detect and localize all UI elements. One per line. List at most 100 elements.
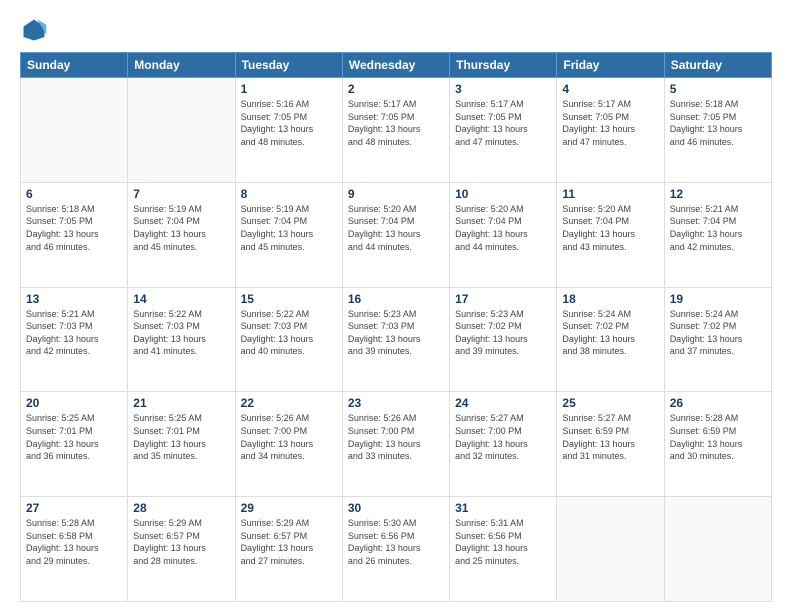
day-info: Sunrise: 5:23 AMSunset: 7:02 PMDaylight:…: [455, 308, 551, 358]
calendar-page: SundayMondayTuesdayWednesdayThursdayFrid…: [0, 0, 792, 612]
logo-icon: [20, 16, 48, 44]
calendar-cell: 27Sunrise: 5:28 AMSunset: 6:58 PMDayligh…: [21, 497, 128, 602]
calendar-cell: 2 Sunrise: 5:17 AMSunset: 7:05 PMDaylight…: [342, 78, 449, 183]
day-info: Sunrise: 5:31 AMSunset: 6:56 PMDaylight:…: [455, 517, 551, 567]
day-number: 15: [241, 292, 337, 306]
calendar-week-row: 20 Sunrise: 5:25 AMSunset: 7:01 PMDayligh…: [21, 392, 772, 497]
day-info: Sunrise: 5:24 AMSunset: 7:02 PMDaylight:…: [670, 308, 766, 358]
day-number: 18: [562, 292, 658, 306]
day-info: Sunrise: 5:23 AMSunset: 7:03 PMDaylight:…: [348, 308, 444, 358]
calendar-cell: 20 Sunrise: 5:25 AMSunset: 7:01 PMDayligh…: [21, 392, 128, 497]
day-number: 24: [455, 396, 551, 410]
day-number: 8: [241, 187, 337, 201]
day-info: Sunrise: 5:19 AMSunset: 7:04 PMDaylight:…: [133, 203, 229, 253]
calendar-cell: 14 Sunrise: 5:22 AMSunset: 7:03 PMDayligh…: [128, 287, 235, 392]
calendar-cell: [557, 497, 664, 602]
calendar-cell: 22 Sunrise: 5:26 AMSunset: 7:00 PMDayligh…: [235, 392, 342, 497]
weekday-header: Friday: [557, 53, 664, 78]
day-info: Sunrise: 5:26 AMSunset: 7:00 PMDaylight:…: [348, 412, 444, 462]
calendar-cell: [664, 497, 771, 602]
day-info: Sunrise: 5:17 AMSunset: 7:05 PMDaylight:…: [348, 98, 444, 148]
day-info: Sunrise: 5:29 AMSunset: 6:57 PMDaylight:…: [133, 517, 229, 567]
day-number: 22: [241, 396, 337, 410]
day-number: 28: [133, 501, 229, 515]
calendar-cell: 7 Sunrise: 5:19 AMSunset: 7:04 PMDaylight…: [128, 182, 235, 287]
day-number: 23: [348, 396, 444, 410]
calendar-week-row: 1Sunrise: 5:16 AMSunset: 7:05 PMDaylight…: [21, 78, 772, 183]
calendar-cell: 12 Sunrise: 5:21 AMSunset: 7:04 PMDayligh…: [664, 182, 771, 287]
day-number: 2: [348, 82, 444, 96]
calendar-table: SundayMondayTuesdayWednesdayThursdayFrid…: [20, 52, 772, 602]
day-info: Sunrise: 5:21 AMSunset: 7:04 PMDaylight:…: [670, 203, 766, 253]
day-number: 27: [26, 501, 122, 515]
day-info: Sunrise: 5:19 AMSunset: 7:04 PMDaylight:…: [241, 203, 337, 253]
day-info: Sunrise: 5:18 AMSunset: 7:05 PMDaylight:…: [26, 203, 122, 253]
day-info: Sunrise: 5:17 AMSunset: 7:05 PMDaylight:…: [562, 98, 658, 148]
day-info: Sunrise: 5:20 AMSunset: 7:04 PMDaylight:…: [455, 203, 551, 253]
day-number: 7: [133, 187, 229, 201]
calendar-cell: 24Sunrise: 5:27 AMSunset: 7:00 PMDayligh…: [450, 392, 557, 497]
day-info: Sunrise: 5:20 AMSunset: 7:04 PMDaylight:…: [562, 203, 658, 253]
day-info: Sunrise: 5:27 AMSunset: 6:59 PMDaylight:…: [562, 412, 658, 462]
day-number: 20: [26, 396, 122, 410]
calendar-cell: 29 Sunrise: 5:29 AMSunset: 6:57 PMDayligh…: [235, 497, 342, 602]
calendar-header-row: SundayMondayTuesdayWednesdayThursdayFrid…: [21, 53, 772, 78]
day-info: Sunrise: 5:24 AMSunset: 7:02 PMDaylight:…: [562, 308, 658, 358]
day-number: 17: [455, 292, 551, 306]
day-number: 3: [455, 82, 551, 96]
day-number: 25: [562, 396, 658, 410]
day-info: Sunrise: 5:26 AMSunset: 7:00 PMDaylight:…: [241, 412, 337, 462]
day-number: 30: [348, 501, 444, 515]
day-number: 16: [348, 292, 444, 306]
calendar-cell: 31Sunrise: 5:31 AMSunset: 6:56 PMDayligh…: [450, 497, 557, 602]
day-number: 4: [562, 82, 658, 96]
calendar-cell: 30Sunrise: 5:30 AMSunset: 6:56 PMDayligh…: [342, 497, 449, 602]
day-number: 11: [562, 187, 658, 201]
day-number: 13: [26, 292, 122, 306]
calendar-cell: 10 Sunrise: 5:20 AMSunset: 7:04 PMDayligh…: [450, 182, 557, 287]
day-info: Sunrise: 5:16 AMSunset: 7:05 PMDaylight:…: [241, 98, 337, 148]
calendar-cell: 6Sunrise: 5:18 AMSunset: 7:05 PMDaylight…: [21, 182, 128, 287]
day-info: Sunrise: 5:22 AMSunset: 7:03 PMDaylight:…: [241, 308, 337, 358]
day-number: 12: [670, 187, 766, 201]
day-info: Sunrise: 5:28 AMSunset: 6:59 PMDaylight:…: [670, 412, 766, 462]
calendar-cell: 11 Sunrise: 5:20 AMSunset: 7:04 PMDayligh…: [557, 182, 664, 287]
calendar-cell: 5Sunrise: 5:18 AMSunset: 7:05 PMDaylight…: [664, 78, 771, 183]
weekday-header: Monday: [128, 53, 235, 78]
weekday-header: Sunday: [21, 53, 128, 78]
calendar-cell: 25 Sunrise: 5:27 AMSunset: 6:59 PMDayligh…: [557, 392, 664, 497]
calendar-cell: [21, 78, 128, 183]
weekday-header: Thursday: [450, 53, 557, 78]
calendar-cell: 23 Sunrise: 5:26 AMSunset: 7:00 PMDayligh…: [342, 392, 449, 497]
day-number: 9: [348, 187, 444, 201]
day-number: 26: [670, 396, 766, 410]
header: [20, 16, 772, 44]
calendar-cell: 13Sunrise: 5:21 AMSunset: 7:03 PMDayligh…: [21, 287, 128, 392]
day-info: Sunrise: 5:22 AMSunset: 7:03 PMDaylight:…: [133, 308, 229, 358]
calendar-cell: 28 Sunrise: 5:29 AMSunset: 6:57 PMDayligh…: [128, 497, 235, 602]
weekday-header: Wednesday: [342, 53, 449, 78]
day-number: 10: [455, 187, 551, 201]
calendar-week-row: 13Sunrise: 5:21 AMSunset: 7:03 PMDayligh…: [21, 287, 772, 392]
calendar-cell: 19 Sunrise: 5:24 AMSunset: 7:02 PMDayligh…: [664, 287, 771, 392]
calendar-cell: [128, 78, 235, 183]
calendar-cell: 8 Sunrise: 5:19 AMSunset: 7:04 PMDaylight…: [235, 182, 342, 287]
weekday-header: Saturday: [664, 53, 771, 78]
day-info: Sunrise: 5:25 AMSunset: 7:01 PMDaylight:…: [26, 412, 122, 462]
day-number: 29: [241, 501, 337, 515]
calendar-cell: 26 Sunrise: 5:28 AMSunset: 6:59 PMDayligh…: [664, 392, 771, 497]
day-info: Sunrise: 5:17 AMSunset: 7:05 PMDaylight:…: [455, 98, 551, 148]
calendar-cell: 17 Sunrise: 5:23 AMSunset: 7:02 PMDayligh…: [450, 287, 557, 392]
calendar-cell: 15 Sunrise: 5:22 AMSunset: 7:03 PMDayligh…: [235, 287, 342, 392]
day-number: 19: [670, 292, 766, 306]
calendar-cell: 1Sunrise: 5:16 AMSunset: 7:05 PMDaylight…: [235, 78, 342, 183]
calendar-cell: 4 Sunrise: 5:17 AMSunset: 7:05 PMDaylight…: [557, 78, 664, 183]
calendar-cell: 3 Sunrise: 5:17 AMSunset: 7:05 PMDaylight…: [450, 78, 557, 183]
calendar-cell: 18 Sunrise: 5:24 AMSunset: 7:02 PMDayligh…: [557, 287, 664, 392]
day-number: 14: [133, 292, 229, 306]
day-number: 5: [670, 82, 766, 96]
calendar-week-row: 6Sunrise: 5:18 AMSunset: 7:05 PMDaylight…: [21, 182, 772, 287]
day-number: 21: [133, 396, 229, 410]
day-info: Sunrise: 5:29 AMSunset: 6:57 PMDaylight:…: [241, 517, 337, 567]
calendar-week-row: 27Sunrise: 5:28 AMSunset: 6:58 PMDayligh…: [21, 497, 772, 602]
